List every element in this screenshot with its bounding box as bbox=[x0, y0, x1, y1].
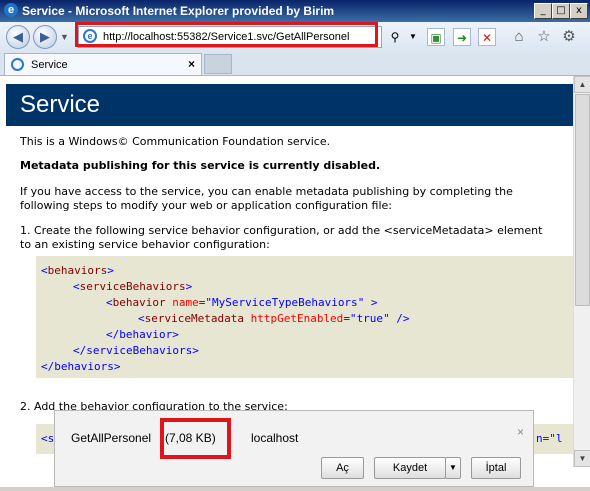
tab-page-icon bbox=[11, 58, 24, 71]
home-icon[interactable]: ⌂ bbox=[510, 28, 528, 46]
size-highlight-box bbox=[160, 418, 231, 459]
metadata-disabled-text: Metadata publishing for this service is … bbox=[20, 159, 381, 172]
code-line: n="l bbox=[536, 432, 563, 445]
vertical-scrollbar[interactable]: ▲ ▼ bbox=[573, 76, 590, 467]
history-dropdown-icon[interactable]: ▼ bbox=[60, 32, 69, 42]
tab-label: Service bbox=[31, 59, 68, 71]
scroll-thumb[interactable] bbox=[575, 94, 590, 306]
window-title: Service - Microsoft Internet Explorer pr… bbox=[22, 4, 335, 18]
download-source: localhost bbox=[251, 431, 299, 445]
code-line: <s bbox=[41, 432, 55, 445]
save-button[interactable]: Kaydet bbox=[374, 457, 446, 479]
cancel-button[interactable]: İptal bbox=[471, 457, 521, 479]
maximize-button[interactable]: □ bbox=[552, 3, 570, 19]
ie-icon: e bbox=[4, 3, 18, 17]
tab-row: Service × bbox=[0, 52, 590, 76]
step1-text-line1: 1. Create the following service behavior… bbox=[20, 224, 543, 237]
go-icon[interactable]: ➜ bbox=[453, 28, 471, 46]
code-line: </behaviors> bbox=[41, 360, 121, 373]
download-close-icon[interactable]: × bbox=[517, 425, 524, 439]
access-text-line1: If you have access to the service, you c… bbox=[20, 185, 513, 198]
scroll-down-icon[interactable]: ▼ bbox=[574, 450, 590, 467]
code-line: <behaviors> bbox=[41, 264, 114, 277]
search-icon[interactable]: ⚲ bbox=[386, 28, 404, 46]
intro-text: This is a Windows© Communication Foundat… bbox=[20, 135, 331, 148]
close-window-button[interactable]: x bbox=[570, 3, 588, 19]
step1-text-line2: to an existing service behavior configur… bbox=[20, 238, 270, 251]
code-line: <serviceBehaviors> bbox=[73, 280, 193, 293]
favorites-icon[interactable]: ☆ bbox=[535, 28, 553, 46]
compatibility-view-icon[interactable]: ▣ bbox=[427, 28, 445, 46]
download-notification-bar: GetAllPersonel (7,08 KB) localhost × Aç … bbox=[54, 410, 534, 487]
scroll-up-icon[interactable]: ▲ bbox=[574, 76, 590, 93]
download-filename: GetAllPersonel bbox=[71, 431, 152, 445]
config-code-block: <behaviors> <serviceBehaviors> <behavior… bbox=[36, 256, 573, 378]
forward-button[interactable]: ▶ bbox=[33, 25, 57, 49]
window-bottom-border bbox=[0, 487, 590, 491]
address-dropdown-icon[interactable]: ▼ bbox=[404, 28, 422, 46]
page-title: Service bbox=[20, 91, 101, 118]
save-dropdown-icon[interactable]: ▼ bbox=[445, 457, 461, 479]
tab-service[interactable]: Service × bbox=[4, 53, 202, 75]
code-line: <behavior name="MyServiceTypeBehaviors" … bbox=[106, 296, 378, 309]
stop-icon[interactable]: ✕ bbox=[478, 28, 496, 46]
back-button[interactable]: ◀ bbox=[6, 25, 30, 49]
tab-close-icon[interactable]: × bbox=[188, 57, 195, 71]
minimize-button[interactable]: _ bbox=[534, 3, 552, 19]
code-line: </serviceBehaviors> bbox=[73, 344, 199, 357]
window-title-bar: e Service - Microsoft Internet Explorer … bbox=[0, 0, 590, 22]
open-button[interactable]: Aç bbox=[321, 457, 364, 479]
code-line: <serviceMetadata httpGetEnabled="true" /… bbox=[138, 312, 410, 325]
url-highlight-box bbox=[75, 22, 378, 47]
code-line: </behavior> bbox=[106, 328, 179, 341]
page-heading: Service bbox=[6, 84, 573, 126]
new-tab-button[interactable] bbox=[204, 54, 232, 74]
access-text-line2: following steps to modify your web or ap… bbox=[20, 199, 392, 212]
tools-gear-icon[interactable]: ⚙ bbox=[560, 28, 578, 46]
